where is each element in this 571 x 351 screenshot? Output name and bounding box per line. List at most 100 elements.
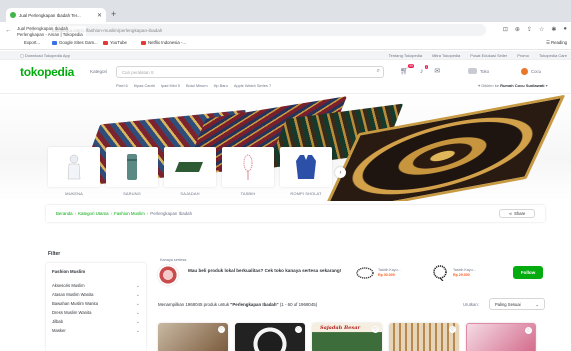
tasbih-image [433, 265, 447, 281]
breadcrumb-beranda[interactable]: Beranda [56, 211, 73, 216]
result-range: (1 - 60 of 1968045) [279, 302, 318, 307]
link-tentang[interactable]: Tentang Tokopedia [389, 53, 423, 58]
suggestion[interactable]: Apple Watch Series 7 [234, 83, 271, 88]
suggestion[interactable]: Ipad Mini 5 [161, 83, 180, 88]
link-mitra[interactable]: Mitra Tokopedia [432, 53, 460, 58]
wishlist-heart-icon[interactable]: ♡ [525, 327, 532, 334]
sort-label: Urutkan: [463, 302, 479, 307]
filter-item[interactable]: Dress Muslim Wanita ⌄ [52, 308, 140, 317]
product-caption: Sajadah Besar [320, 325, 361, 331]
extensions-icon[interactable]: ✱ [551, 26, 556, 33]
chevron-down-icon: ⌄ [135, 309, 140, 316]
bookmark-netflix[interactable]: Netflix Indonesia -... [141, 40, 186, 45]
zoom-icon[interactable]: ⊕ [515, 26, 520, 33]
tab-close-icon[interactable]: ✕ [97, 12, 102, 19]
filter-item[interactable]: Jilbab ⌄ [52, 317, 140, 326]
link-edukasi[interactable]: Pusat Edukasi Seller [470, 53, 507, 58]
link-care[interactable]: Tokopedia Care [539, 53, 567, 58]
autocomplete-dropdown[interactable]: Jual Perlengkapan Ibadah Perlengkapan - … [14, 26, 86, 38]
bookmark-youtube[interactable]: YouTube [103, 40, 127, 45]
product-card[interactable]: ♡ [235, 323, 305, 351]
category-sajadah[interactable]: SAJADAH [162, 147, 218, 196]
shop-product[interactable]: Tasbih Kayu... Rp 30.000 [355, 264, 401, 282]
address-bar[interactable]: tokopedia.com/p/fashion-muslim/perlengka… [46, 24, 486, 36]
follow-button[interactable]: Follow [513, 266, 543, 279]
bookmark-label: Netflix Indonesia -... [148, 40, 186, 45]
toko-button[interactable]: Toko [468, 68, 489, 74]
category-tasbih[interactable]: TASBIH [220, 147, 276, 196]
link-promo[interactable]: Promo [517, 53, 529, 58]
search-placeholder: Cari peralatan S [122, 69, 154, 75]
category-mukena[interactable]: MUKENA [46, 147, 102, 196]
google-sites-icon [52, 40, 57, 45]
bookmark-label: YouTube [110, 40, 127, 45]
wishlist-heart-icon[interactable]: ♡ [295, 326, 302, 333]
category-carousel: MUKENA SARUNG SAJADAH TASBIH ROMPI SHOLA… [46, 147, 334, 196]
sort-select[interactable]: Paling Sesuai ⌄ [489, 298, 545, 310]
category-rompi-sholat[interactable]: ROMPI SHOLAT [278, 147, 334, 196]
share-page-icon[interactable]: ⇪ [527, 26, 532, 33]
suggestion[interactable]: Kipas Cantri [134, 83, 155, 88]
product-card[interactable]: ♡ [158, 323, 228, 351]
filter-item[interactable]: Aksesoris Muslim ⌄ [52, 281, 140, 290]
wishlist-heart-icon[interactable]: ♡ [372, 326, 379, 333]
suggestion[interactable]: Botol Minum [186, 83, 208, 88]
chevron-down-icon: ⌄ [135, 300, 140, 307]
tokopedia-logo[interactable]: tokopedia [20, 65, 74, 79]
result-prefix: Menampilkan 1968045 produk untuk [158, 302, 230, 307]
breadcrumb-separator: › [146, 211, 149, 216]
mail-icon[interactable]: ✉ [434, 67, 440, 75]
download-app-link[interactable]: ▢ Download Tokopedia App [20, 53, 70, 58]
filter-item[interactable]: Atasan Muslim Wanita ⌄ [52, 290, 140, 299]
user-menu[interactable]: Cocu [521, 68, 541, 75]
carousel-next-button[interactable]: › [335, 167, 346, 178]
delivery-address[interactable]: ⌖ Dikirim ke Rumah Cocu Sudiawati ▾ [478, 83, 548, 88]
product-price: Rp 30.000 [378, 273, 395, 277]
new-tab-button[interactable]: + [111, 10, 116, 19]
bookmark-google-sites[interactable]: Google Sites Gam... [52, 40, 98, 45]
cart-icon[interactable]: 🛒︎ 99 [400, 64, 414, 75]
filter-item[interactable]: Bawahan Muslim Wanita ⌄ [52, 299, 140, 308]
filter-item[interactable]: Masker ⌄ [52, 326, 140, 335]
chevron-down-icon: ⌄ [135, 291, 140, 298]
bookmark-export[interactable]: Export... [24, 40, 40, 45]
search-icon[interactable]: ⌕ [377, 68, 380, 75]
share-button[interactable]: ⋖ Share [499, 209, 535, 218]
category-sarung[interactable]: SARUNG [104, 147, 160, 196]
browser-tab[interactable]: Jual Perlengkapan Ibadah Ter... ✕ [6, 8, 106, 22]
kategori-menu[interactable]: Kategori [90, 69, 107, 74]
install-icon[interactable]: ⊡ [503, 26, 508, 33]
top-links: Tentang Tokopedia Mitra Tokopedia Pusat … [389, 53, 567, 58]
breadcrumb-fashion-muslim[interactable]: Fashion Muslim [114, 211, 145, 216]
avatar [521, 68, 528, 75]
bell-icon[interactable]: ♪ 1 [420, 64, 429, 75]
search-input[interactable]: Cari peralatan S ⌕ [116, 66, 384, 78]
product-card[interactable]: ♡ [389, 323, 459, 351]
filter-item-label: Dress Muslim Wanita [52, 310, 92, 315]
shop-product[interactable]: Tasbih Kayu... Rp 29.000 [430, 264, 476, 282]
chevron-down-icon: ⌄ [135, 318, 140, 325]
breadcrumb-kategori[interactable]: Kategori Utama [78, 211, 109, 216]
deliver-address: Rumah Cocu Sudiawati [500, 83, 545, 88]
netflix-icon [141, 40, 146, 45]
product-card[interactable]: ♡ [466, 323, 536, 351]
category-card [164, 147, 216, 187]
sajadah-icon [175, 162, 203, 172]
reading-list[interactable]: ☰ Reading [546, 40, 567, 46]
shop-logo[interactable] [158, 265, 178, 285]
product-card[interactable]: Sajadah Besar ♡ [312, 323, 382, 351]
filter-panel: Fashion Muslim Aksesoris Muslim ⌄ Atasan … [46, 263, 146, 351]
bookmark-star-icon[interactable]: ☆ [539, 26, 544, 33]
back-icon[interactable]: ← [5, 27, 12, 34]
suggestion[interactable]: Pixel 6 [116, 83, 128, 88]
product-thumbnail [355, 264, 375, 282]
breadcrumb-separator: › [74, 211, 77, 216]
cart-badge: 99 [408, 64, 414, 68]
category-label: SARUNG [123, 191, 141, 196]
location-pin-icon: ⌖ [478, 83, 481, 88]
suggestion[interactable]: Hp Baru [214, 83, 228, 88]
profile-icon[interactable]: ● [563, 26, 567, 33]
wishlist-heart-icon[interactable]: ♡ [218, 326, 225, 333]
shop-tagline: Kanaya sertesa [160, 258, 187, 262]
wishlist-heart-icon[interactable]: ♡ [449, 326, 456, 333]
